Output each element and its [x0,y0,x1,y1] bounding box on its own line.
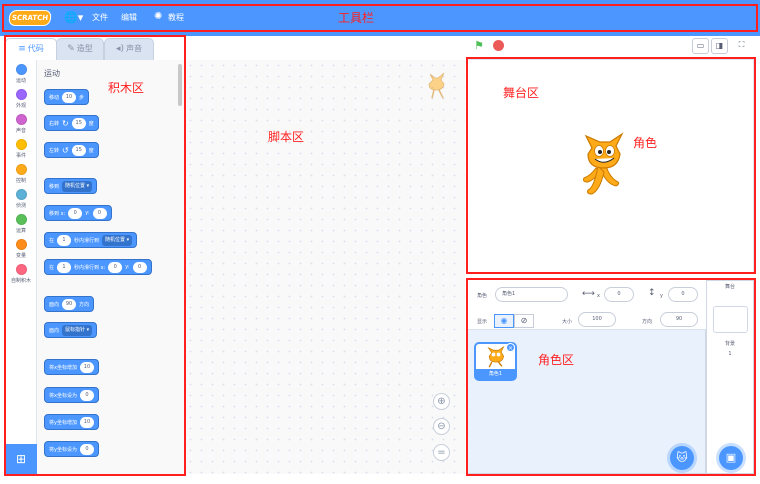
rotate-right-icon: ↻ [62,118,69,128]
y-label: y [660,293,663,299]
x-label: x [597,293,600,299]
category-control[interactable]: 控制 [5,164,37,184]
y-input[interactable]: 0 [668,287,698,302]
block-point-direction[interactable]: 面向 90 方向 [44,296,95,312]
category-variables[interactable]: 变量 [5,239,37,259]
sprite-thumb-cat-icon [487,346,505,368]
stage-annotation: 舞台区 [503,86,540,100]
show-label: 显示 [477,319,488,325]
x-arrows-icon: ⟷ [582,289,595,299]
direction-label: 方向 [642,319,653,325]
green-flag-icon[interactable]: ⚑ [474,39,486,52]
code-icon: ≡ [18,44,26,54]
script-area[interactable] [185,60,465,474]
block-set-x[interactable]: 将x坐标设为 0 [44,387,99,403]
goto-dropdown[interactable]: 随机位置 ▾ [62,180,93,192]
edit-menu[interactable]: 编辑 [121,12,137,23]
speaker-icon: ◂) [115,44,125,54]
point-towards-dropdown[interactable]: 鼠标指针 ▾ [62,324,93,336]
scratch-editor: SCRATCH 🌐▾ 文件 编辑 ✺ 教程 ≡ 代码 ✎ 造型 ◂) 声音 运动 外观… [0,0,760,484]
block-glide-xy[interactable]: 在 1 秒内滑行到 x: 0 y: 0 [44,259,152,275]
zoom-reset-button[interactable]: = [433,444,450,461]
stage-pane-title: 舞台 [724,284,735,290]
block-point-towards[interactable]: 面向 鼠标指针 ▾ [44,322,98,338]
block-move-steps[interactable]: 移动 10 步 [44,89,90,105]
sprite-area-annotation: 角色区 [538,353,575,367]
file-menu[interactable]: 文件 [92,12,108,23]
add-sprite-button[interactable]: 🐱 [670,446,694,470]
backdrops-count: 1 [728,351,732,357]
block-goto-xy[interactable]: 移到 x: 0 y: 0 [44,205,112,221]
direction-input[interactable]: 90 [660,312,698,327]
script-annotation: 脚本区 [268,130,305,144]
sprite-name-input[interactable]: 角色1 [495,287,568,302]
block-set-y[interactable]: 将y坐标设为 0 [44,441,99,457]
tab-code[interactable]: ≡ 代码 [5,38,57,60]
sprite-label: 角色 [477,293,488,299]
zoom-out-button[interactable]: ⊖ [433,418,450,435]
category-my-blocks[interactable]: 自制积木 [5,264,37,284]
scratch-logo[interactable]: SCRATCH [8,10,52,26]
tab-costumes[interactable]: ✎ 造型 [56,38,104,60]
backdrops-label: 背景 [724,341,735,347]
sprite-annotation: 角色 [633,136,658,150]
block-goto[interactable]: 移到 随机位置 ▾ [44,178,98,194]
hide-eye-icon[interactable]: ⊘ [514,314,534,328]
toolbar-annotation: 工具栏 [338,11,375,25]
block-turn-right[interactable]: 右转 ↻ 15 度 [44,115,99,131]
category-looks[interactable]: 外观 [5,89,37,109]
y-arrows-icon: ↕ [648,288,656,298]
blocks-annotation: 积木区 [108,81,145,95]
show-visible-eye-icon[interactable]: ◉ [494,314,514,328]
add-extension-button[interactable]: ⊞ [5,444,37,474]
block-turn-left[interactable]: 左转 ↺ 15 度 [44,142,99,158]
bulb-icon: ✺ [154,11,163,22]
category-sensing[interactable]: 侦测 [5,189,37,209]
tutorials-menu[interactable]: 教程 [168,12,184,23]
palette-scrollbar[interactable] [178,64,182,106]
zoom-in-button[interactable]: ⊕ [433,393,450,410]
menu-bar: SCRATCH 🌐▾ 文件 编辑 ✺ 教程 [0,0,760,36]
category-events[interactable]: 事件 [5,139,37,159]
category-sound[interactable]: 声音 [5,114,37,134]
block-change-y[interactable]: 将y坐标增加 10 [44,414,99,430]
sprite-thumb-label: 角色1 [476,369,515,379]
size-input[interactable]: 100 [578,312,616,327]
stage-thumbnail[interactable] [713,306,748,333]
sprite-cat-icon [428,72,445,99]
fullscreen-icon[interactable]: ⛶ [733,38,750,54]
stop-icon[interactable] [493,40,504,51]
size-label: 大小 [562,319,573,325]
block-change-x[interactable]: 将x坐标增加 10 [44,359,99,375]
add-backdrop-button[interactable]: ▣ [719,446,743,470]
rotate-left-icon: ↺ [62,145,69,155]
glide-dropdown[interactable]: 随机位置 ▾ [102,234,133,246]
large-stage-button[interactable]: ◨ [711,38,728,54]
tab-sounds[interactable]: ◂) 声音 [104,38,154,60]
brush-icon: ✎ [67,44,75,54]
delete-sprite-icon[interactable]: × [506,343,515,352]
block-glide-to[interactable]: 在 1 秒内滑行到 随机位置 ▾ [44,232,138,248]
category-menu: 运动 外观 声音 事件 控制 侦测 运算 变量 自制积木 [5,60,37,444]
globe-icon[interactable]: 🌐▾ [64,11,83,24]
category-motion[interactable]: 运动 [5,64,37,84]
x-input[interactable]: 0 [604,287,634,302]
small-stage-button[interactable]: ▭ [692,38,709,54]
category-operators[interactable]: 运算 [5,214,37,234]
stage-sprite-cat[interactable] [580,132,630,198]
palette-section-title: 运动 [44,69,60,78]
